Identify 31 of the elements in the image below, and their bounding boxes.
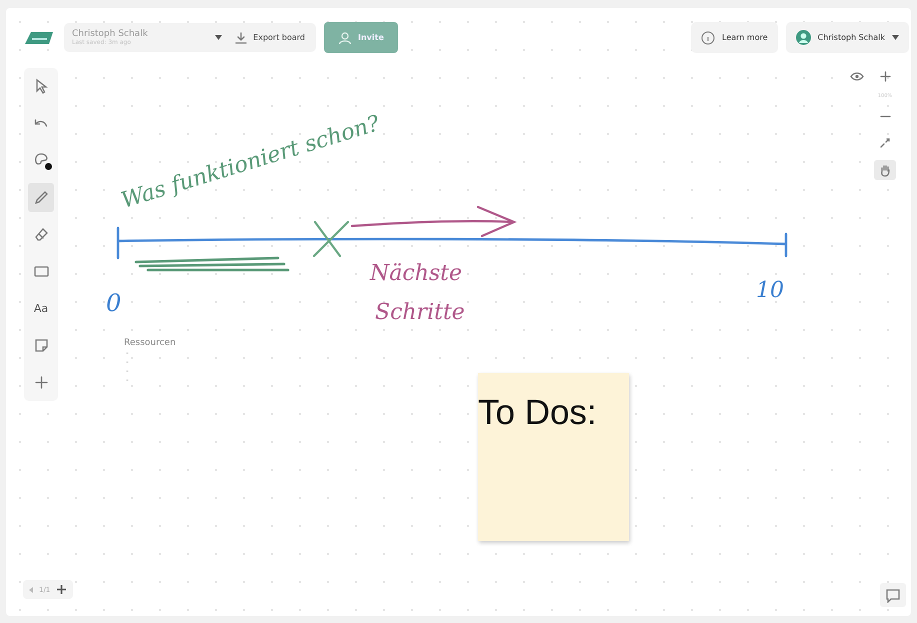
undo-icon [34, 119, 48, 128]
handwritten-text: 10 [756, 278, 784, 303]
eye-icon [850, 72, 864, 80]
cross-stroke [312, 220, 350, 258]
user-menu[interactable]: Christoph Schalk [786, 22, 909, 53]
board-owner: Christoph Schalk [72, 29, 149, 39]
comment-button[interactable] [880, 583, 906, 607]
handwritten-text: Nächste [370, 261, 462, 286]
caret-icon [215, 35, 222, 40]
sticky-note-text: To Dos: [478, 393, 597, 433]
add-page-button[interactable] [56, 584, 68, 595]
user-icon [338, 30, 352, 44]
plus-icon [56, 584, 68, 595]
caret-icon [29, 586, 33, 592]
pan-button[interactable] [874, 160, 896, 180]
download-icon [235, 32, 248, 44]
info-icon [701, 30, 715, 44]
learn-more-button[interactable]: Learn more [691, 22, 778, 53]
chat-icon [885, 588, 901, 602]
minus-icon [880, 114, 890, 118]
export-button[interactable]: Export board [232, 28, 308, 46]
caret-icon [892, 35, 899, 40]
handwritten-text: Schritte [375, 300, 465, 325]
tool-button[interactable]: Aa [28, 294, 54, 323]
hand-icon [879, 164, 891, 176]
fit-icon [879, 137, 891, 149]
sticky-note[interactable]: To Dos: [478, 373, 629, 541]
list-title: Ressourcen [124, 338, 176, 348]
plus-icon [880, 70, 890, 82]
handwritten-text: 0 [106, 289, 122, 317]
avatar-icon [796, 30, 811, 45]
